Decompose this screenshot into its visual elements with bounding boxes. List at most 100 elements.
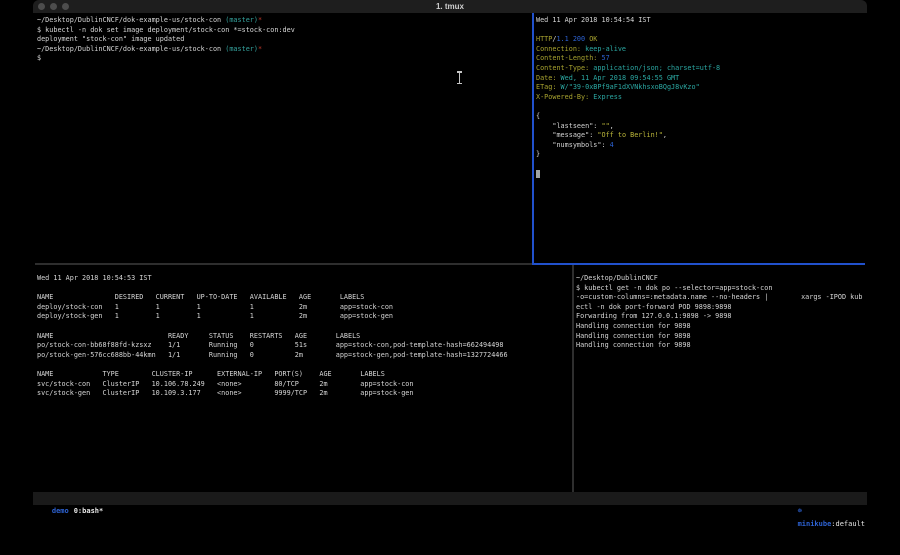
- terminal-text-segment: }: [536, 150, 540, 158]
- status-right: ☸ minikube:default: [772, 492, 865, 505]
- terminal-text-segment: Wed, 11 Apr 2018 09:54:55 GMT: [556, 74, 679, 82]
- terminal-text-segment: Forwarding from 127.0.0.1:9898 -> 9898: [576, 312, 732, 320]
- terminal-line: Date: Wed, 11 Apr 2018 09:54:55 GMT: [536, 74, 866, 84]
- terminal-text-segment: Content-Type:: [536, 64, 589, 72]
- terminal-text-segment: Handling connection for 9898: [576, 341, 691, 349]
- terminal-text-segment: deployment "stock-con" image updated: [37, 35, 184, 43]
- terminal-text-segment: (master): [225, 45, 258, 53]
- terminal-line: [37, 360, 571, 370]
- terminal-text-segment: ~/Desktop/DublinCNCF/dok-example-us/stoc…: [37, 16, 225, 24]
- window-title: 1. tmux: [33, 0, 867, 13]
- terminal-line: [536, 160, 866, 170]
- terminal-line: -o=custom-columns=:metadata.name --no-he…: [576, 293, 866, 303]
- pane-kubectl-watch[interactable]: Wed 11 Apr 2018 10:54:53 IST NAME DESIRE…: [37, 274, 571, 490]
- terminal-text-segment: $ kubectl get -n dok po --selector=app=s…: [576, 284, 772, 292]
- pane-http-response[interactable]: Wed 11 Apr 2018 10:54:54 IST HTTP/1.1 20…: [536, 16, 866, 262]
- terminal-text-segment: 1.1 200: [556, 35, 585, 43]
- terminal-text-segment: *: [258, 45, 262, 53]
- terminal-text-segment: (master): [225, 16, 258, 24]
- terminal-text-segment: W/"39-0xBPf9aF1dXVNkhsxoBQgJ8vKzo": [556, 83, 699, 91]
- terminal-text-segment: application/json; charset=utf-8: [589, 64, 720, 72]
- terminal-text-segment: ~/Desktop/DublinCNCF/dok-example-us/stoc…: [37, 45, 225, 53]
- terminal-line: ~/Desktop/DublinCNCF/dok-example-us/stoc…: [37, 16, 531, 26]
- terminal-text-segment: $: [37, 54, 41, 62]
- terminal-line: Handling connection for 9898: [576, 322, 866, 332]
- terminal-text-segment: deploy/stock-con 1 1 1 1 2m app=stock-co…: [37, 303, 393, 311]
- pane-shell-set-image[interactable]: ~/Desktop/DublinCNCF/dok-example-us/stoc…: [37, 16, 531, 262]
- session-name[interactable]: demo: [52, 507, 69, 515]
- terminal-text-segment: $ kubectl -n dok set image deployment/st…: [37, 26, 295, 34]
- terminal-text-segment: ,: [663, 131, 667, 139]
- terminal-text-segment: svc/stock-gen ClusterIP 10.109.3.177 <no…: [37, 389, 413, 397]
- terminal-text-segment: Connection:: [536, 45, 581, 53]
- kube-namespace: :default: [831, 520, 865, 528]
- terminal-text-segment: keep-alive: [581, 45, 626, 53]
- pane-divider-vertical[interactable]: [572, 265, 574, 492]
- pane-divider-vertical-active[interactable]: [532, 13, 534, 264]
- minimize-button-icon[interactable]: [50, 3, 57, 10]
- terminal-text-segment: NAME TYPE CLUSTER-IP EXTERNAL-IP PORT(S)…: [37, 370, 385, 378]
- terminal-text-segment: "lastseen": [536, 122, 593, 130]
- active-window-label[interactable]: 0:bash*: [74, 507, 104, 515]
- terminal-text-segment: Wed 11 Apr 2018 10:54:54 IST: [536, 16, 651, 24]
- zoom-button-icon[interactable]: [62, 3, 69, 10]
- terminal-text-segment: "numsymbols": [536, 141, 601, 149]
- terminal-text-segment: deploy/stock-gen 1 1 1 1 2m app=stock-ge…: [37, 312, 393, 320]
- terminal-text-segment: "": [601, 122, 609, 130]
- close-button-icon[interactable]: [38, 3, 45, 10]
- mouse-ibeam-cursor: [456, 71, 463, 84]
- terminal-text-segment: "message": [536, 131, 589, 139]
- terminal-line: Content-Type: application/json; charset=…: [536, 64, 866, 74]
- terminal-line: "message": "Off to Berlin!",: [536, 131, 866, 141]
- terminal-text-segment: OK: [585, 35, 597, 43]
- terminal-text-segment: HTTP: [536, 35, 552, 43]
- terminal-line: NAME READY STATUS RESTARTS AGE LABELS: [37, 332, 571, 342]
- terminal-line: svc/stock-gen ClusterIP 10.109.3.177 <no…: [37, 389, 571, 399]
- tmux-status-bar: demo0:bash* ☸ minikube:default: [33, 492, 867, 505]
- terminal-text-segment: 4: [610, 141, 614, 149]
- kubernetes-icon: ☸: [798, 507, 802, 515]
- terminal-text-segment: "Off to Berlin!": [597, 131, 662, 139]
- terminal-text-segment: Content-Length:: [536, 54, 597, 62]
- terminal-text-segment: *: [258, 16, 262, 24]
- terminal-text-segment: Date:: [536, 74, 556, 82]
- terminal-line: ETag: W/"39-0xBPf9aF1dXVNkhsxoBQgJ8vKzo": [536, 83, 866, 93]
- terminal-line: [37, 284, 571, 294]
- terminal-line: $: [37, 54, 531, 64]
- terminal-line: $ kubectl get -n dok po --selector=app=s…: [576, 284, 866, 294]
- terminal-text-segment: NAME DESIRED CURRENT UP-TO-DATE AVAILABL…: [37, 293, 364, 301]
- terminal-line: svc/stock-con ClusterIP 10.106.78.249 <n…: [37, 380, 571, 390]
- terminal-line: ectl -n dok port-forward POD 9898:9898: [576, 303, 866, 313]
- terminal-line: Handling connection for 9898: [576, 332, 866, 342]
- terminal-text-segment: ,: [610, 122, 614, 130]
- terminal-line: Connection: keep-alive: [536, 45, 866, 55]
- terminal-line: [37, 322, 571, 332]
- pane-divider-horizontal[interactable]: [35, 263, 532, 265]
- pane-divider-horizontal-active[interactable]: [532, 263, 865, 265]
- desktop: { "window": { "title": "1. tmux" }, "col…: [0, 0, 900, 555]
- terminal-text-segment: :: [601, 141, 609, 149]
- terminal-line: [536, 170, 866, 180]
- terminal-line: [536, 26, 866, 36]
- terminal-text-segment: Wed 11 Apr 2018 10:54:53 IST: [37, 274, 152, 282]
- terminal-text-segment: {: [536, 112, 540, 120]
- terminal-line: NAME TYPE CLUSTER-IP EXTERNAL-IP PORT(S)…: [37, 370, 571, 380]
- window-titlebar[interactable]: 1. tmux: [33, 0, 867, 13]
- terminal-line: Wed 11 Apr 2018 10:54:54 IST: [536, 16, 866, 26]
- terminal-window: 1. tmux ~/Desktop/DublinCNCF/dok-example…: [33, 0, 867, 505]
- terminal-line: Content-Length: 57: [536, 54, 866, 64]
- terminal-line: HTTP/1.1 200 OK: [536, 35, 866, 45]
- terminal-line: Forwarding from 127.0.0.1:9898 -> 9898: [576, 312, 866, 322]
- terminal-text-segment: X-Powered-By:: [536, 93, 589, 101]
- terminal-line: deploy/stock-gen 1 1 1 1 2m app=stock-ge…: [37, 312, 571, 322]
- terminal-line: X-Powered-By: Express: [536, 93, 866, 103]
- terminal-line: "lastseen": "",: [536, 122, 866, 132]
- terminal-line: $ kubectl -n dok set image deployment/st…: [37, 26, 531, 36]
- terminal-line: ~/Desktop/DublinCNCF/dok-example-us/stoc…: [37, 45, 531, 55]
- pane-port-forward[interactable]: ~/Desktop/DublinCNCF$ kubectl get -n dok…: [576, 274, 866, 490]
- terminal-text-segment: Handling connection for 9898: [576, 322, 691, 330]
- terminal-text-segment: ectl -n dok port-forward POD 9898:9898: [576, 303, 732, 311]
- terminal-text-segment: NAME READY STATUS RESTARTS AGE LABELS: [37, 332, 360, 340]
- traffic-lights: [38, 3, 69, 10]
- terminal-line: ~/Desktop/DublinCNCF: [576, 274, 866, 284]
